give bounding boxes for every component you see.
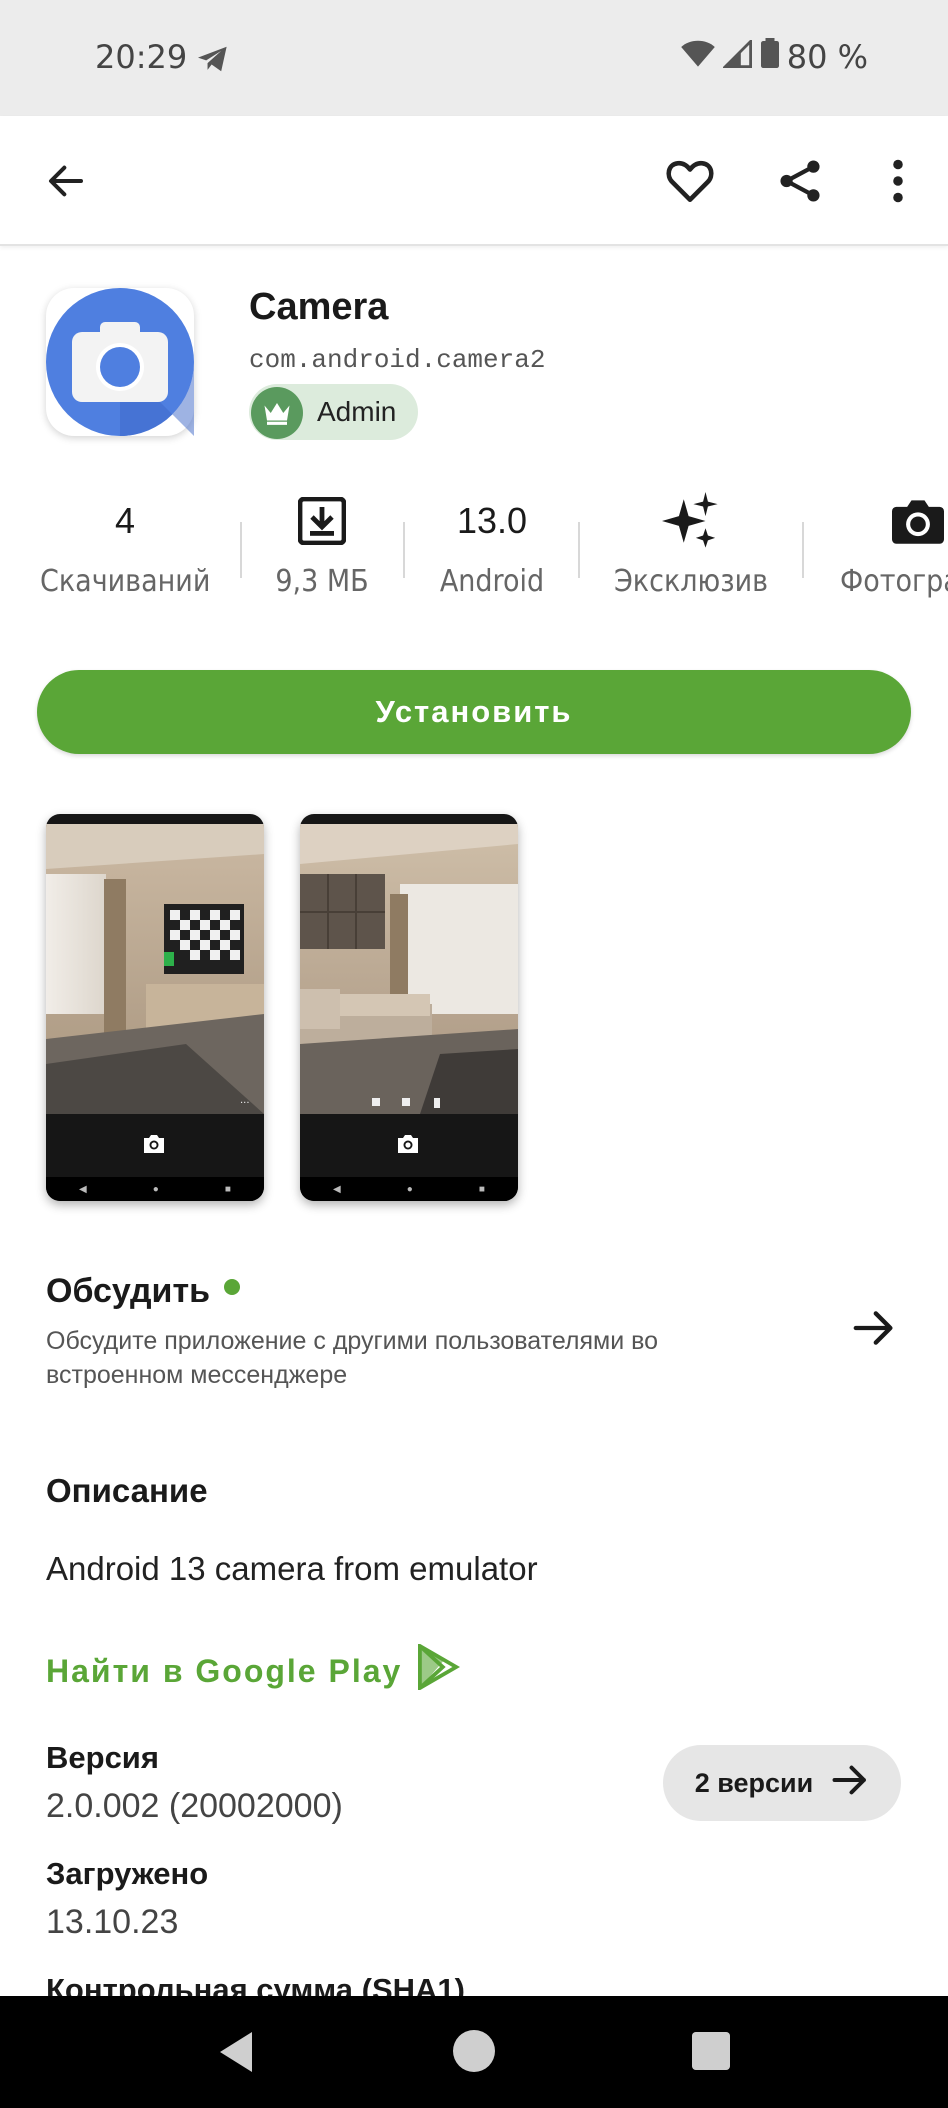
- sparkle-icon: [606, 492, 776, 550]
- google-play-link[interactable]: Найти в Google Play: [46, 1642, 461, 1698]
- versions-button-label: 2 версии: [694, 1767, 814, 1798]
- discuss-subtitle: Обсудите приложение с другими пользовате…: [46, 1327, 659, 1389]
- wifi-icon: [680, 38, 715, 76]
- app-package: com.android.camera2: [249, 345, 546, 375]
- screenshot-2[interactable]: ◀ ● ■: [300, 814, 518, 1201]
- status-icons: 80 %: [680, 38, 868, 76]
- install-button[interactable]: Установить: [37, 670, 911, 754]
- stat-label: Скачиваний: [40, 564, 211, 599]
- crown-icon: [251, 387, 303, 439]
- screenshot-navbar: ◀ ● ■: [46, 1177, 264, 1201]
- description-title: Описание: [46, 1472, 208, 1509]
- camera-shutter-icon: [396, 1134, 420, 1159]
- nav-back-icon[interactable]: [216, 2030, 256, 2079]
- stat-value: 4: [114, 500, 136, 541]
- app-title: Camera: [249, 286, 389, 328]
- stat-value: 13.0: [456, 500, 528, 541]
- stats-row: 4 Скачиваний 9,3 МБ 13.0 Android Эксклюз…: [0, 492, 948, 612]
- google-play-link-label: Найти в Google Play: [46, 1652, 403, 1689]
- battery-percent: 80 %: [786, 38, 868, 76]
- nav-home-icon[interactable]: [453, 2030, 495, 2077]
- stat-size: 9,3 МБ: [262, 492, 382, 599]
- arrow-right-icon[interactable]: [852, 1308, 896, 1353]
- heart-icon[interactable]: [664, 155, 716, 207]
- stat-android: 13.0 Android: [432, 492, 552, 599]
- versions-button[interactable]: 2 версии: [663, 1745, 901, 1821]
- stat-divider: [240, 522, 242, 578]
- stat-divider: [578, 522, 580, 578]
- stat-divider: [802, 522, 804, 578]
- discuss-title: Обсудить: [46, 1272, 211, 1310]
- screenshot-1[interactable]: ··· ◀ ● ■: [46, 814, 264, 1201]
- telegram-icon: [196, 44, 230, 79]
- stat-category: Фотогра: [840, 492, 948, 599]
- status-time: 20:29: [95, 38, 188, 76]
- arrow-right-icon: [831, 1763, 869, 1804]
- stat-label: Фотогра: [840, 564, 948, 599]
- system-nav-bar: [0, 1996, 948, 2108]
- status-bar: 20:29 80 %: [0, 0, 948, 116]
- screenshot-scene: [300, 824, 518, 1114]
- play-store-icon: [418, 1642, 461, 1698]
- uploaded-value: 13.10.23: [46, 1903, 179, 1941]
- svg-text:···: ···: [240, 1098, 250, 1109]
- download-icon: [262, 492, 382, 550]
- screenshot-scene: ···: [46, 824, 264, 1114]
- nav-recents-icon[interactable]: [692, 2032, 730, 2075]
- screenshot-navbar: ◀ ● ■: [300, 1177, 518, 1201]
- badge-label: Admin: [317, 396, 397, 427]
- back-arrow-icon[interactable]: [40, 155, 92, 207]
- stat-label: 9,3 МБ: [275, 564, 369, 599]
- uploaded-title: Загружено: [46, 1856, 209, 1891]
- stat-exclusive: Эксклюзив: [606, 492, 776, 599]
- stat-divider: [403, 522, 405, 578]
- stat-label: Android: [439, 564, 545, 599]
- online-indicator-icon: [224, 1278, 241, 1295]
- stat-label: Эксклюзив: [613, 564, 769, 599]
- admin-badge: Admin: [249, 384, 419, 440]
- battery-icon: [760, 38, 779, 76]
- app-icon: [46, 288, 194, 436]
- version-title: Версия: [46, 1740, 159, 1775]
- stat-downloads: 4 Скачиваний: [40, 492, 210, 599]
- version-value: 2.0.002 (20002000): [46, 1787, 343, 1825]
- camera-icon: [840, 492, 948, 550]
- camera-shutter-icon: [142, 1134, 166, 1159]
- description-text: Android 13 camera from emulator: [46, 1550, 538, 1587]
- more-menu-icon[interactable]: [872, 155, 924, 207]
- share-icon[interactable]: [774, 155, 826, 207]
- app-bar: [0, 116, 948, 246]
- discuss-section-title[interactable]: Обсудить: [46, 1272, 241, 1311]
- signal-icon: [721, 38, 753, 76]
